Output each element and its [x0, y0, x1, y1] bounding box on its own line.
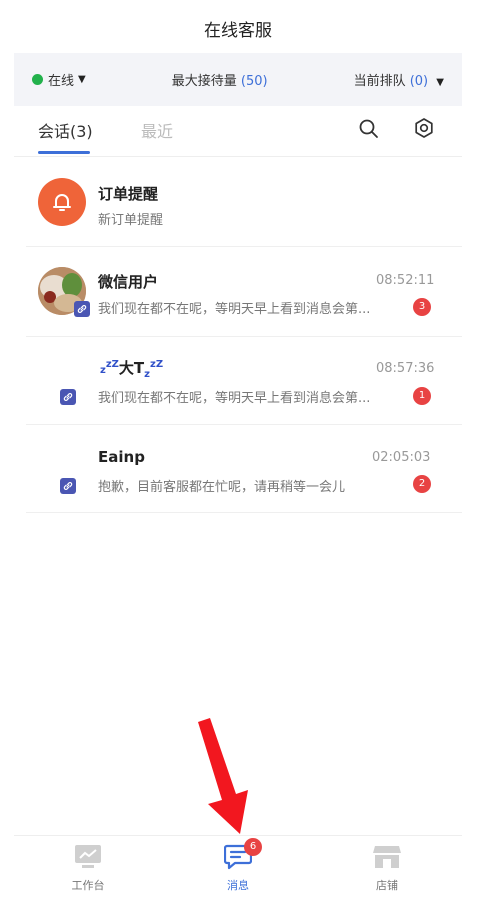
conversation-name: 订单提醒 [98, 185, 159, 203]
max-reception: 最大接待量 (50) [172, 70, 268, 89]
conversation-preview: 我们现在都不在呢，等明天早上看到消息会第... [98, 391, 371, 406]
tab-bar: 会话(3) 最近 [14, 110, 462, 157]
divider [26, 246, 462, 247]
online-dot-icon [32, 74, 43, 85]
conversation-preview: 新订单提醒 [98, 213, 164, 228]
name-part: Z [111, 359, 119, 370]
divider [26, 424, 462, 425]
name-part: 大T [118, 359, 145, 377]
annotation-arrow-icon [190, 718, 260, 840]
caret-down-icon: ▼ [436, 77, 444, 88]
message-count-badge: 6 [244, 838, 262, 856]
page-title: 在线客服 [204, 21, 272, 41]
bell-icon [38, 178, 86, 226]
nav-messages-label: 消息 [227, 879, 249, 892]
link-icon [74, 301, 90, 317]
conversation-name: 微信用户 [98, 273, 159, 291]
name-part: Z [155, 359, 164, 370]
conversation-time: 08:52:11 [376, 273, 435, 288]
nav-store[interactable]: 店铺 [347, 844, 427, 893]
unread-badge: 1 [413, 387, 431, 405]
queue-value: (0) [409, 74, 429, 89]
conversation-time: 08:57:36 [376, 361, 435, 376]
nav-store-label: 店铺 [376, 879, 398, 892]
max-reception-value: (50) [240, 74, 268, 89]
conversation-time: 02:05:03 [372, 450, 431, 465]
conversation-name: Eainp [98, 448, 145, 466]
tab-active-indicator [38, 151, 90, 154]
message-icon [223, 844, 253, 873]
settings-icon[interactable] [413, 117, 435, 143]
monitor-icon [74, 845, 102, 873]
divider [26, 336, 462, 337]
conversation-preview: 抱歉，目前客服都在忙呢，请再稍等一会儿 [98, 480, 346, 495]
customer-service-page: 在线客服 在线 ▼ 最大接待量 (50) 当前排队 (0) ▼ 会话(3) 最近 [14, 0, 462, 909]
conversation-name: zzZ大TzzZ [100, 357, 163, 380]
nav-workbench[interactable]: 工作台 [48, 844, 128, 893]
max-reception-label: 最大接待量 [171, 74, 237, 89]
tab-recent[interactable]: 最近 [141, 118, 173, 142]
link-icon [60, 478, 76, 494]
link-icon [60, 389, 76, 405]
unread-badge: 2 [413, 475, 431, 493]
unread-badge: 3 [413, 298, 431, 316]
queue-dropdown[interactable]: 当前排队 (0) ▼ [354, 70, 444, 89]
caret-down-icon: ▼ [78, 74, 86, 85]
nav-workbench-label: 工作台 [71, 879, 105, 892]
status-bar: 在线 ▼ 最大接待量 (50) 当前排队 (0) ▼ [14, 53, 462, 106]
store-icon [372, 846, 402, 873]
queue-label: 当前排队 [353, 74, 406, 89]
tab-conversations[interactable]: 会话(3) [38, 118, 93, 142]
name-part: z [144, 369, 150, 380]
nav-messages[interactable]: 6 消息 [198, 838, 278, 893]
online-status-dropdown[interactable]: 在线 ▼ [32, 70, 86, 89]
search-icon[interactable] [358, 118, 380, 144]
conversation-preview: 我们现在都不在呢，等明天早上看到消息会第... [98, 302, 371, 317]
divider [26, 512, 462, 513]
online-status-label: 在线 [48, 74, 75, 89]
bottom-nav: 工作台 6 消息 店铺 [14, 835, 462, 910]
